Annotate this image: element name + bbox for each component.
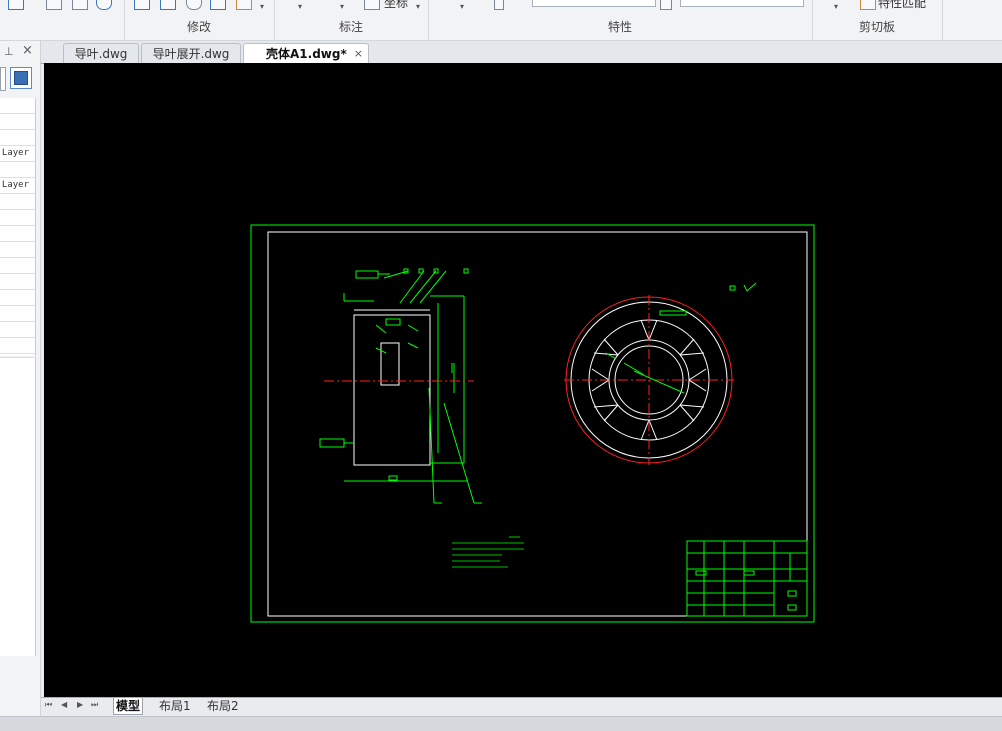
property-row[interactable] — [0, 194, 35, 210]
close-icon[interactable]: × — [354, 44, 363, 64]
panel-header: ⊥ × — [0, 43, 40, 61]
copy-icon[interactable] — [210, 0, 226, 10]
linetype-combo[interactable] — [532, 0, 656, 7]
scale-icon[interactable] — [160, 0, 176, 10]
lineweight-icon[interactable] — [660, 0, 672, 10]
layout-tab-bar: ⏮ ◀ ▶ ⏭ 模型 布局1 布局2 — [41, 697, 1002, 717]
property-row[interactable] — [0, 98, 35, 114]
ribbon: 修改 ▾ ▾ ▾ 坐标 ▾ 标注 ▾ 特性 ▾ 特性匹配 剪切板 — [0, 0, 1002, 41]
chevron-down-icon[interactable]: ▾ — [340, 2, 344, 11]
property-row[interactable] — [0, 114, 35, 130]
nav-first-icon[interactable]: ⏮ — [45, 700, 52, 710]
close-icon[interactable]: × — [22, 43, 33, 58]
sheet-inner-border — [267, 231, 808, 617]
panel-lower-area — [0, 357, 36, 656]
line-tool-icon[interactable] — [8, 0, 24, 10]
panel-dropdown[interactable] — [0, 67, 6, 91]
lineweight-combo[interactable] — [680, 0, 804, 7]
roughness-note — [729, 285, 736, 291]
match-properties-label[interactable]: 特性匹配 — [878, 0, 926, 11]
ribbon-group-modify-tools: ▾ — [124, 0, 275, 40]
tab-doc-3[interactable]: 壳体A1.dwg* × — [243, 43, 369, 63]
nav-last-icon[interactable]: ⏭ — [91, 700, 98, 710]
ribbon-group-annotate: ▾ ▾ 坐标 ▾ 标注 — [274, 0, 429, 40]
edit-icon[interactable] — [236, 0, 252, 10]
offset-icon[interactable] — [134, 0, 150, 10]
center-icon[interactable] — [186, 0, 202, 10]
layer-color-icon[interactable] — [494, 0, 504, 10]
layout-tab-model[interactable]: 模型 — [113, 698, 144, 715]
layout-tab-2[interactable]: 布局2 — [205, 698, 241, 714]
side-view — [319, 268, 482, 504]
layout-tab-1[interactable]: 布局1 — [157, 698, 193, 714]
ribbon-group-label: 特性 — [607, 20, 632, 34]
property-row[interactable] — [0, 242, 35, 258]
property-row[interactable] — [0, 306, 35, 322]
front-view — [564, 295, 734, 465]
quick-select-icon — [14, 71, 28, 85]
status-bar — [0, 716, 1002, 731]
nav-prev-icon[interactable]: ◀ — [61, 700, 67, 709]
array-icon[interactable] — [72, 0, 88, 10]
property-row[interactable] — [0, 210, 35, 226]
ribbon-group-clipboard: ▾ 特性匹配 剪切板 — [812, 0, 943, 40]
property-row[interactable]: Layer — [0, 146, 35, 162]
title-block — [686, 540, 808, 617]
technical-notes — [452, 536, 524, 568]
property-row[interactable] — [0, 130, 35, 146]
ribbon-group-properties: ▾ 特性 — [428, 0, 813, 40]
property-row[interactable] — [0, 338, 35, 354]
property-row[interactable] — [0, 290, 35, 306]
pin-icon[interactable]: ⊥ — [4, 45, 14, 58]
property-row[interactable] — [0, 258, 35, 274]
property-row[interactable] — [0, 162, 35, 178]
sheet-outer-border — [250, 224, 815, 623]
match-properties-icon[interactable] — [860, 0, 876, 10]
cad-drawing — [250, 224, 815, 623]
chevron-down-icon[interactable]: ▾ — [298, 2, 302, 11]
quick-select-button[interactable] — [10, 67, 32, 89]
ribbon-group-modify: 修改 — [0, 0, 211, 40]
chevron-down-icon[interactable]: ▾ — [260, 2, 264, 11]
ribbon-group-label: 剪切板 — [858, 20, 895, 34]
chevron-down-icon[interactable]: ▾ — [834, 2, 838, 11]
tab-doc-1[interactable]: 导叶.dwg — [63, 43, 139, 63]
ribbon-group-label: 标注 — [338, 20, 363, 34]
property-row[interactable] — [0, 226, 35, 242]
property-row[interactable]: Layer — [0, 178, 35, 194]
nav-next-icon[interactable]: ▶ — [77, 700, 83, 709]
properties-table: Layer Layer — [0, 98, 36, 356]
drawing-canvas[interactable] — [44, 63, 1002, 697]
revolve-icon[interactable] — [96, 0, 112, 10]
coordinate-label[interactable]: 坐标 — [384, 0, 408, 11]
stretch-icon[interactable] — [46, 0, 62, 10]
coordinate-icon[interactable] — [364, 0, 380, 10]
property-row[interactable] — [0, 274, 35, 290]
chevron-down-icon[interactable]: ▾ — [460, 2, 464, 11]
chevron-down-icon[interactable]: ▾ — [416, 2, 420, 11]
document-tab-bar: 导叶.dwg 导叶展开.dwg 壳体A1.dwg* × — [41, 41, 1002, 64]
tab-doc-2[interactable]: 导叶展开.dwg — [141, 43, 241, 63]
property-row[interactable] — [0, 322, 35, 338]
properties-panel: ⊥ × Layer Layer — [0, 41, 41, 716]
